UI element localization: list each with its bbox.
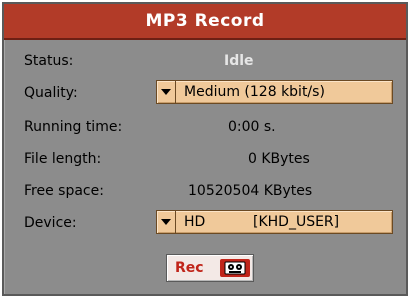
chevron-down-icon	[161, 89, 171, 95]
quality-select-value: Medium (128 kbit/s)	[184, 84, 325, 100]
running-time-label: Running time:	[24, 119, 123, 135]
rec-button-label: Rec	[175, 260, 204, 276]
running-time-row: Running time: 0:00 s.	[4, 116, 406, 138]
file-length-value: 0 KBytes	[248, 151, 310, 167]
free-space-value: 10520504 KBytes	[188, 183, 313, 199]
device-select-value: HD	[184, 214, 206, 230]
device-dropdown-arrow[interactable]	[157, 211, 176, 233]
quality-row: Quality: Medium (128 kbit/s)	[4, 80, 406, 104]
mp3-record-dialog: MP3 Record Status: Idle Quality: Medium …	[2, 2, 408, 296]
device-select[interactable]: HD [KHD_USER]	[156, 210, 393, 234]
device-label: Device:	[24, 215, 77, 231]
device-path-value: [KHD_USER]	[253, 214, 340, 230]
device-row: Device: HD [KHD_USER]	[4, 210, 406, 234]
dialog-title: MP3 Record	[4, 4, 406, 40]
free-space-label: Free space:	[24, 183, 104, 199]
status-row: Status: Idle	[4, 50, 406, 72]
quality-label: Quality:	[24, 85, 78, 101]
file-length-label: File length:	[24, 151, 102, 167]
status-value: Idle	[224, 53, 254, 69]
tape-recorder-icon	[219, 259, 250, 277]
quality-dropdown-arrow[interactable]	[157, 81, 176, 103]
free-space-row: Free space: 10520504 KBytes	[4, 180, 406, 202]
rec-button[interactable]: Rec	[166, 254, 254, 282]
status-label: Status:	[24, 53, 74, 69]
running-time-value: 0:00 s.	[228, 119, 276, 135]
file-length-row: File length: 0 KBytes	[4, 148, 406, 170]
quality-select[interactable]: Medium (128 kbit/s)	[156, 80, 393, 104]
chevron-down-icon	[161, 219, 171, 225]
